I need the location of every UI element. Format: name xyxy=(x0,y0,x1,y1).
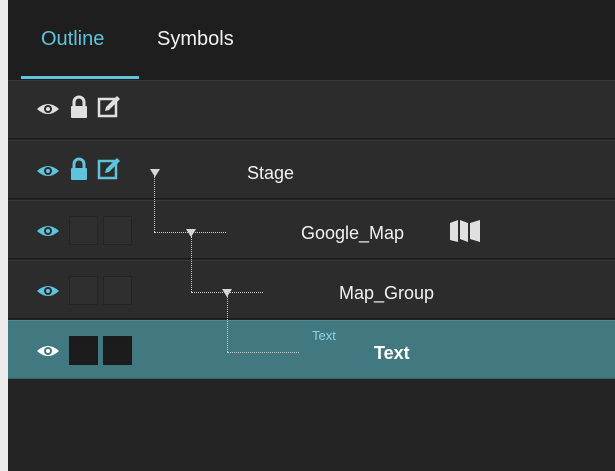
eye-icon[interactable] xyxy=(36,283,60,299)
outline-row-stage[interactable]: Stage xyxy=(8,140,615,199)
tree-connector xyxy=(154,176,155,232)
edit-toggle[interactable] xyxy=(103,276,132,305)
outline-row-header[interactable] xyxy=(8,80,615,139)
outline-item-label: Stage xyxy=(247,163,295,183)
eye-icon[interactable] xyxy=(36,343,60,359)
active-tab-indicator xyxy=(21,76,139,79)
edit-toggle[interactable] xyxy=(103,336,132,365)
tree-connector xyxy=(191,236,192,292)
edit-icon[interactable] xyxy=(97,157,121,181)
outline-row-map-group[interactable]: Map_Group xyxy=(8,260,615,319)
lock-toggle[interactable] xyxy=(69,216,98,245)
lock-toggle[interactable] xyxy=(69,336,98,365)
lock-toggle[interactable] xyxy=(69,276,98,305)
expand-triangle-icon[interactable] xyxy=(150,169,160,177)
edit-toggle[interactable] xyxy=(103,216,132,245)
eye-icon[interactable] xyxy=(36,223,60,239)
tab-symbols[interactable]: Symbols xyxy=(157,28,234,51)
eye-icon[interactable] xyxy=(36,101,60,117)
outline-item-label: Google_Map xyxy=(301,223,405,243)
tree-connector xyxy=(154,232,226,233)
element-type-hint: Text xyxy=(312,328,336,343)
tab-outline[interactable]: Outline xyxy=(41,28,104,51)
outline-row-google-map[interactable]: Google_Map xyxy=(8,200,615,259)
tree-connector xyxy=(191,292,263,293)
outline-row-text[interactable]: Text Text xyxy=(8,320,615,379)
lock-icon[interactable] xyxy=(69,157,89,181)
lock-icon[interactable] xyxy=(69,95,89,119)
tree-connector xyxy=(227,352,299,353)
outline-item-label: Map_Group xyxy=(339,283,435,303)
outline-panel: Outline Symbols Stage Google_Map Map_Gro… xyxy=(8,0,615,471)
map-icon xyxy=(450,220,480,242)
eye-icon[interactable] xyxy=(36,163,60,179)
edit-icon[interactable] xyxy=(97,95,121,119)
tree-connector xyxy=(227,296,228,352)
outline-item-label: Text xyxy=(374,343,410,363)
tab-bar: Outline Symbols xyxy=(8,0,615,80)
